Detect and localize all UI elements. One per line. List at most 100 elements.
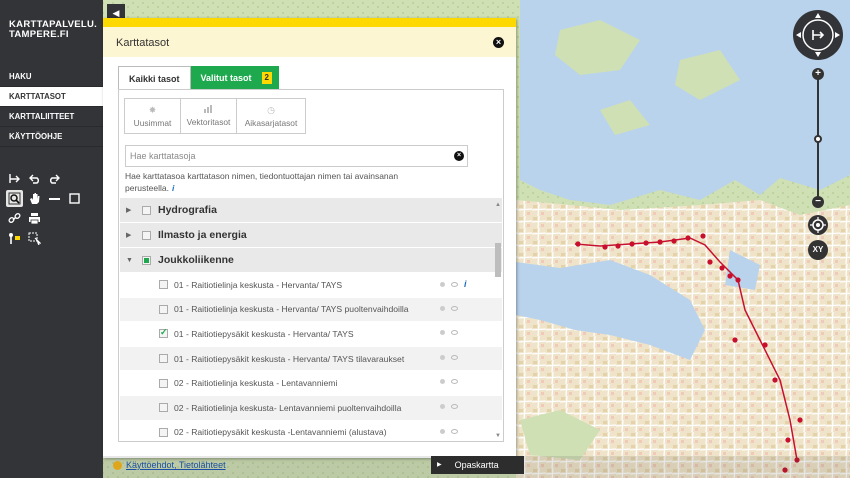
status-dot-icon — [440, 305, 445, 311]
zoom-in-button[interactable]: + — [812, 68, 824, 80]
undo-icon[interactable] — [26, 170, 43, 187]
layer-label: 02 - Raitiotielinja keskusta - Lentavann… — [174, 378, 338, 389]
layer-checkbox[interactable] — [159, 354, 168, 364]
filter-time-series[interactable]: ◷ Aikasarjatasot — [236, 98, 306, 134]
filter-newest[interactable]: ✸ Uusimmat — [124, 98, 181, 134]
group-hydrografia[interactable]: ▶ Hydrografia — [120, 198, 502, 223]
list-item[interactable]: 02 - Raitiotiepysäkit keskusta -Lentavan… — [120, 421, 502, 441]
expand-arrow-icon[interactable]: ▶ — [126, 206, 136, 214]
group-joukkoliikenne[interactable]: ▼ Joukkoliikenne — [120, 248, 502, 273]
close-icon[interactable]: × — [493, 37, 504, 48]
list-item[interactable]: 01 - Raitiotiepysäkit keskusta - Hervant… — [120, 322, 502, 347]
terms-link[interactable]: Käyttöehdot, Tietolähteet — [113, 460, 226, 470]
visibility-icon[interactable] — [451, 282, 458, 287]
tram-stop-marker[interactable] — [685, 235, 691, 241]
group-checkbox[interactable] — [142, 255, 151, 265]
nav-item-karttatasot[interactable]: KARTTATASOT — [0, 87, 103, 107]
filter-label: Vektoritasot — [186, 117, 231, 127]
vector-icon — [203, 105, 214, 115]
list-item[interactable]: 02 - Raitiotielinja keskusta - Lentavann… — [120, 371, 502, 396]
zoom-out-button[interactable]: − — [812, 196, 824, 208]
layer-label: 01 - Raitiotielinja keskusta - Hervanta/… — [174, 279, 343, 290]
scroll-thumb[interactable] — [495, 243, 501, 277]
pan-hand-icon[interactable] — [26, 190, 43, 207]
tram-stop-marker[interactable] — [762, 342, 768, 348]
scroll-up-icon[interactable]: ▲ — [495, 202, 501, 208]
visibility-icon[interactable] — [451, 428, 458, 434]
list-item[interactable]: 01 - Raitiotielinja keskusta - Hervanta/… — [120, 297, 502, 323]
tab-all-layers[interactable]: Kaikki tasot — [118, 66, 191, 90]
nav-item-karttaliitteet[interactable]: KARTTALIITTEET — [0, 107, 103, 127]
tram-stop-marker[interactable] — [657, 239, 663, 245]
tram-stop-marker[interactable] — [615, 243, 621, 249]
visibility-icon[interactable] — [451, 330, 458, 336]
tram-stop-marker[interactable] — [719, 265, 725, 271]
info-icon[interactable]: i — [172, 183, 174, 193]
tram-stop-marker[interactable] — [735, 277, 741, 283]
select-features-icon[interactable] — [26, 230, 43, 247]
status-dot-icon — [440, 282, 445, 287]
layer-checkbox[interactable] — [159, 403, 168, 413]
tree-scrollbar[interactable]: ▲ ▼ — [494, 198, 502, 441]
group-checkbox[interactable] — [142, 205, 151, 215]
print-icon[interactable] — [26, 210, 43, 227]
tram-stop-marker[interactable] — [671, 238, 677, 244]
tram-stop-marker[interactable] — [732, 337, 738, 343]
layer-checkbox[interactable] — [159, 378, 168, 388]
measure-line-icon[interactable] — [46, 190, 63, 207]
collapse-arrow-icon[interactable]: ▼ — [126, 257, 136, 264]
tab-selected-layers[interactable]: Valitut tasot 2 — [190, 66, 279, 90]
tram-stop-marker[interactable] — [602, 244, 608, 250]
nav-item-kayttoohje[interactable]: KÄYTTÖOHJE — [0, 127, 103, 147]
tram-stop-marker[interactable] — [797, 417, 803, 423]
tram-stop-marker[interactable] — [727, 273, 733, 279]
list-item[interactable]: 01 - Raitiotiepysäkit keskusta - Hervant… — [120, 346, 502, 372]
zoom-box-icon[interactable] — [6, 190, 23, 207]
layer-checkbox[interactable] — [159, 280, 168, 290]
visibility-icon[interactable] — [451, 379, 458, 385]
redo-icon[interactable] — [46, 170, 63, 187]
group-checkbox[interactable] — [142, 230, 151, 240]
link-icon[interactable] — [6, 210, 23, 227]
layer-checkbox[interactable] — [159, 304, 168, 314]
tram-stop-marker[interactable] — [785, 437, 791, 443]
visibility-icon[interactable] — [451, 403, 458, 409]
status-dot-icon — [440, 354, 445, 360]
terms-link-text: Käyttöehdot, Tietolähteet — [126, 460, 226, 470]
nav-item-haku[interactable]: HAKU — [0, 67, 103, 87]
guide-map-button[interactable]: ▶ Opaskartta — [431, 456, 524, 474]
tram-stop-marker[interactable] — [772, 377, 778, 383]
measure-area-icon[interactable] — [66, 190, 83, 207]
tram-stop-marker[interactable] — [629, 241, 635, 247]
visibility-icon[interactable] — [451, 305, 458, 311]
scroll-down-icon[interactable]: ▼ — [495, 433, 501, 439]
list-item[interactable]: 02 - Raitiotielinja keskusta- Lentavanni… — [120, 395, 502, 421]
layer-actions — [440, 403, 458, 409]
coordinate-tool-button[interactable]: XY — [808, 240, 828, 260]
zoom-slider-handle[interactable] — [814, 135, 822, 143]
locate-me-button[interactable] — [808, 215, 828, 235]
group-label: Ilmasto ja energia — [158, 229, 247, 241]
filter-vector[interactable]: Vektoritasot — [180, 98, 237, 134]
reset-view-icon[interactable] — [6, 170, 23, 187]
clear-search-icon[interactable]: × — [454, 151, 464, 161]
expand-arrow-icon[interactable]: ▶ — [126, 231, 136, 239]
get-info-icon[interactable] — [6, 230, 23, 247]
list-item[interactable]: 01 - Raitiotielinja keskusta - Hervanta/… — [120, 273, 502, 298]
visibility-icon[interactable] — [451, 354, 458, 360]
status-dot-icon — [440, 403, 445, 409]
logo[interactable]: KARTTAPALVELU. TAMPERE.FI — [9, 20, 97, 40]
layer-info-icon[interactable]: i — [464, 280, 467, 289]
layer-checkbox[interactable] — [159, 427, 168, 437]
tram-stop-marker[interactable] — [707, 259, 713, 265]
tram-stop-marker[interactable] — [575, 241, 581, 247]
sidebar: KARTTAPALVELU. TAMPERE.FI HAKU KARTTATAS… — [0, 0, 103, 478]
layer-label: 02 - Raitiotiepysäkit keskusta -Lentavan… — [174, 427, 387, 438]
compass-control[interactable] — [793, 10, 843, 60]
tram-stop-marker[interactable] — [700, 233, 706, 239]
tram-stop-marker[interactable] — [643, 240, 649, 246]
status-dot-icon — [440, 330, 445, 336]
layer-search-input[interactable] — [126, 146, 441, 166]
group-ilmasto-ja-energia[interactable]: ▶ Ilmasto ja energia — [120, 223, 502, 248]
layer-checkbox[interactable] — [159, 327, 168, 339]
